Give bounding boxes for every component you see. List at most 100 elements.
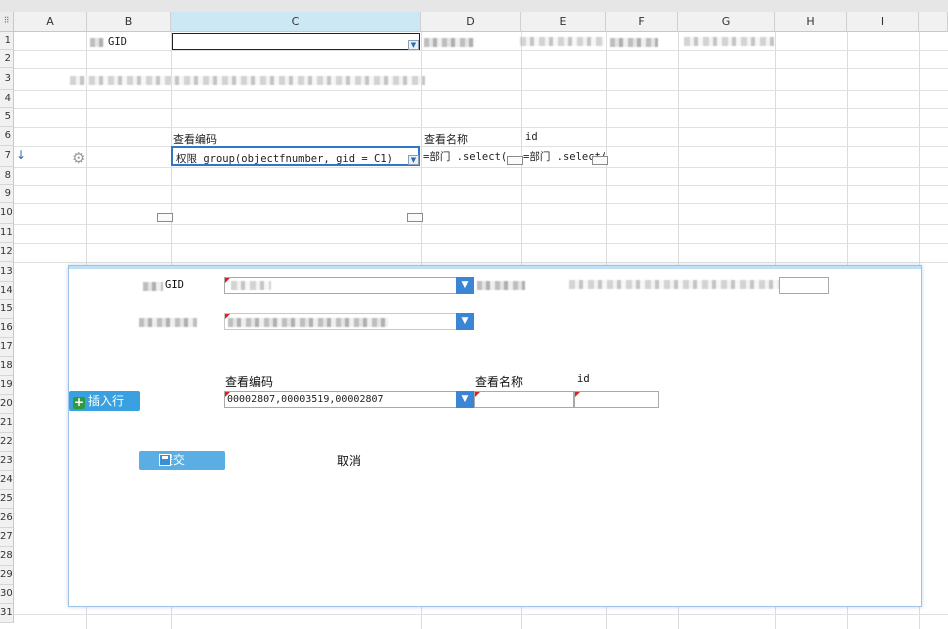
dropdown-arrow-icon[interactable]: ▼ [456,277,474,294]
cancel-button[interactable]: 取消 [337,452,361,469]
row-header-11[interactable]: 11 [0,224,14,243]
grid-line [14,68,948,69]
id-input[interactable] [574,391,659,408]
dropdown-arrow-icon[interactable]: ▼ [408,40,419,50]
gid-extra-field[interactable] [779,277,829,294]
row-header-19[interactable]: 19 [0,376,14,395]
row-header-27[interactable]: 27 [0,528,14,547]
row-marker-icon: ↓ [16,148,27,162]
column-header-f[interactable]: F [606,12,678,32]
row-header-25[interactable]: 25 [0,490,14,509]
row-header-13[interactable]: 13 [0,262,14,282]
header-id: id [577,373,590,385]
row-header-22[interactable]: 22 [0,433,14,452]
form-preview-panel: GID ▼ ▼ 查看编码 查看名称 id + 插入行 00002807,00003… [68,265,922,607]
dropdown-arrow-icon[interactable]: ▼ [456,313,474,330]
gear-icon[interactable]: ⚙ [72,149,85,167]
cell-c1[interactable] [172,33,420,50]
column-header-extra[interactable] [919,12,948,32]
row-header-5[interactable]: 5 [0,108,14,127]
row-header-16[interactable]: 16 [0,319,14,338]
redacted-text [610,38,658,47]
code-select[interactable]: 00002807,00003519,00002807 [224,391,457,408]
row-header-15[interactable]: 15 [0,300,14,319]
column-header-a[interactable]: A [14,12,87,32]
grid-line [14,262,948,263]
row-header-29[interactable]: 29 [0,566,14,585]
redacted-text [90,38,104,47]
grid-line [14,90,948,91]
grid-line [14,127,948,128]
grid-line [14,185,948,186]
grid-line [14,167,948,168]
row-header-3[interactable]: 3 [0,68,14,90]
save-disk-icon [159,454,171,466]
required-marker [475,392,480,397]
header-code: 查看编码 [225,375,274,389]
grid-line [14,224,948,225]
row-header-28[interactable]: 28 [0,547,14,566]
row-header-30[interactable]: 30 [0,585,14,604]
row-header-23[interactable]: 23 [0,452,14,471]
column-header-b[interactable]: B [87,12,171,32]
redacted-text [684,37,774,46]
grid-line [14,243,948,244]
row-header-7[interactable]: 7 [0,146,14,167]
insert-row-button[interactable]: + 插入行 [69,391,140,411]
row-header-14[interactable]: 14 [0,282,14,300]
cell-d6[interactable]: 查看名称 [424,131,468,147]
cell-c6[interactable]: 查看编码 [173,131,217,147]
name-input[interactable] [474,391,574,408]
row-header-6[interactable]: 6 [0,127,14,146]
column-header-h[interactable]: H [775,12,847,32]
redacted-text [477,281,525,290]
second-field[interactable] [224,313,457,330]
cell-c7-formula[interactable]: 权限 group(objectfnumber, gid = C1) [176,151,408,166]
redacted-text [569,280,779,289]
grid-line [14,50,948,51]
row-header-2[interactable]: 2 [0,50,14,68]
insert-row-label: 插入行 [88,394,125,408]
required-marker [225,392,230,397]
column-header-e[interactable]: E [521,12,606,32]
cell-input-box[interactable] [507,156,523,165]
redacted-text [139,318,197,327]
row-header-31[interactable]: 31 [0,604,14,623]
select-all-corner[interactable]: ⠿ [0,12,14,32]
column-header-c[interactable]: C [171,12,421,32]
redacted-text [520,37,604,46]
redacted-text [143,282,163,291]
row-header-10[interactable]: 10 [0,203,14,224]
cell-input-box[interactable] [157,213,173,222]
cell-d7[interactable]: =部门 .select( [423,149,507,164]
cell-input-box[interactable] [407,213,423,222]
required-marker [225,278,230,283]
row-header-1[interactable]: 1 [0,32,14,50]
gid-select[interactable] [224,277,457,294]
submit-button[interactable]: 提交 [139,451,225,470]
redacted-text [424,38,474,47]
code-value: 00002807,00003519,00002807 [227,394,384,405]
dropdown-arrow-icon[interactable]: ▼ [408,155,419,165]
column-header-d[interactable]: D [421,12,521,32]
row-header-21[interactable]: 21 [0,414,14,433]
row-header-24[interactable]: 24 [0,471,14,490]
cell-b1[interactable]: GID [108,36,127,48]
header-name: 查看名称 [475,375,524,389]
cell-e6[interactable]: id [525,131,538,143]
row-header-4[interactable]: 4 [0,90,14,108]
row-header-20[interactable]: 20 [0,395,14,414]
row-header-17[interactable]: 17 [0,338,14,357]
row-header-12[interactable]: 12 [0,243,14,262]
redacted-text [70,76,425,85]
grid-line [14,614,948,615]
cell-input-box[interactable] [592,156,608,165]
row-header-18[interactable]: 18 [0,357,14,376]
dropdown-arrow-icon[interactable]: ▼ [456,391,474,408]
column-header-g[interactable]: G [678,12,775,32]
gid-label: GID [165,279,184,291]
column-header-i[interactable]: I [847,12,919,32]
row-header-9[interactable]: 9 [0,185,14,203]
row-header-26[interactable]: 26 [0,509,14,528]
row-header-8[interactable]: 8 [0,167,14,185]
